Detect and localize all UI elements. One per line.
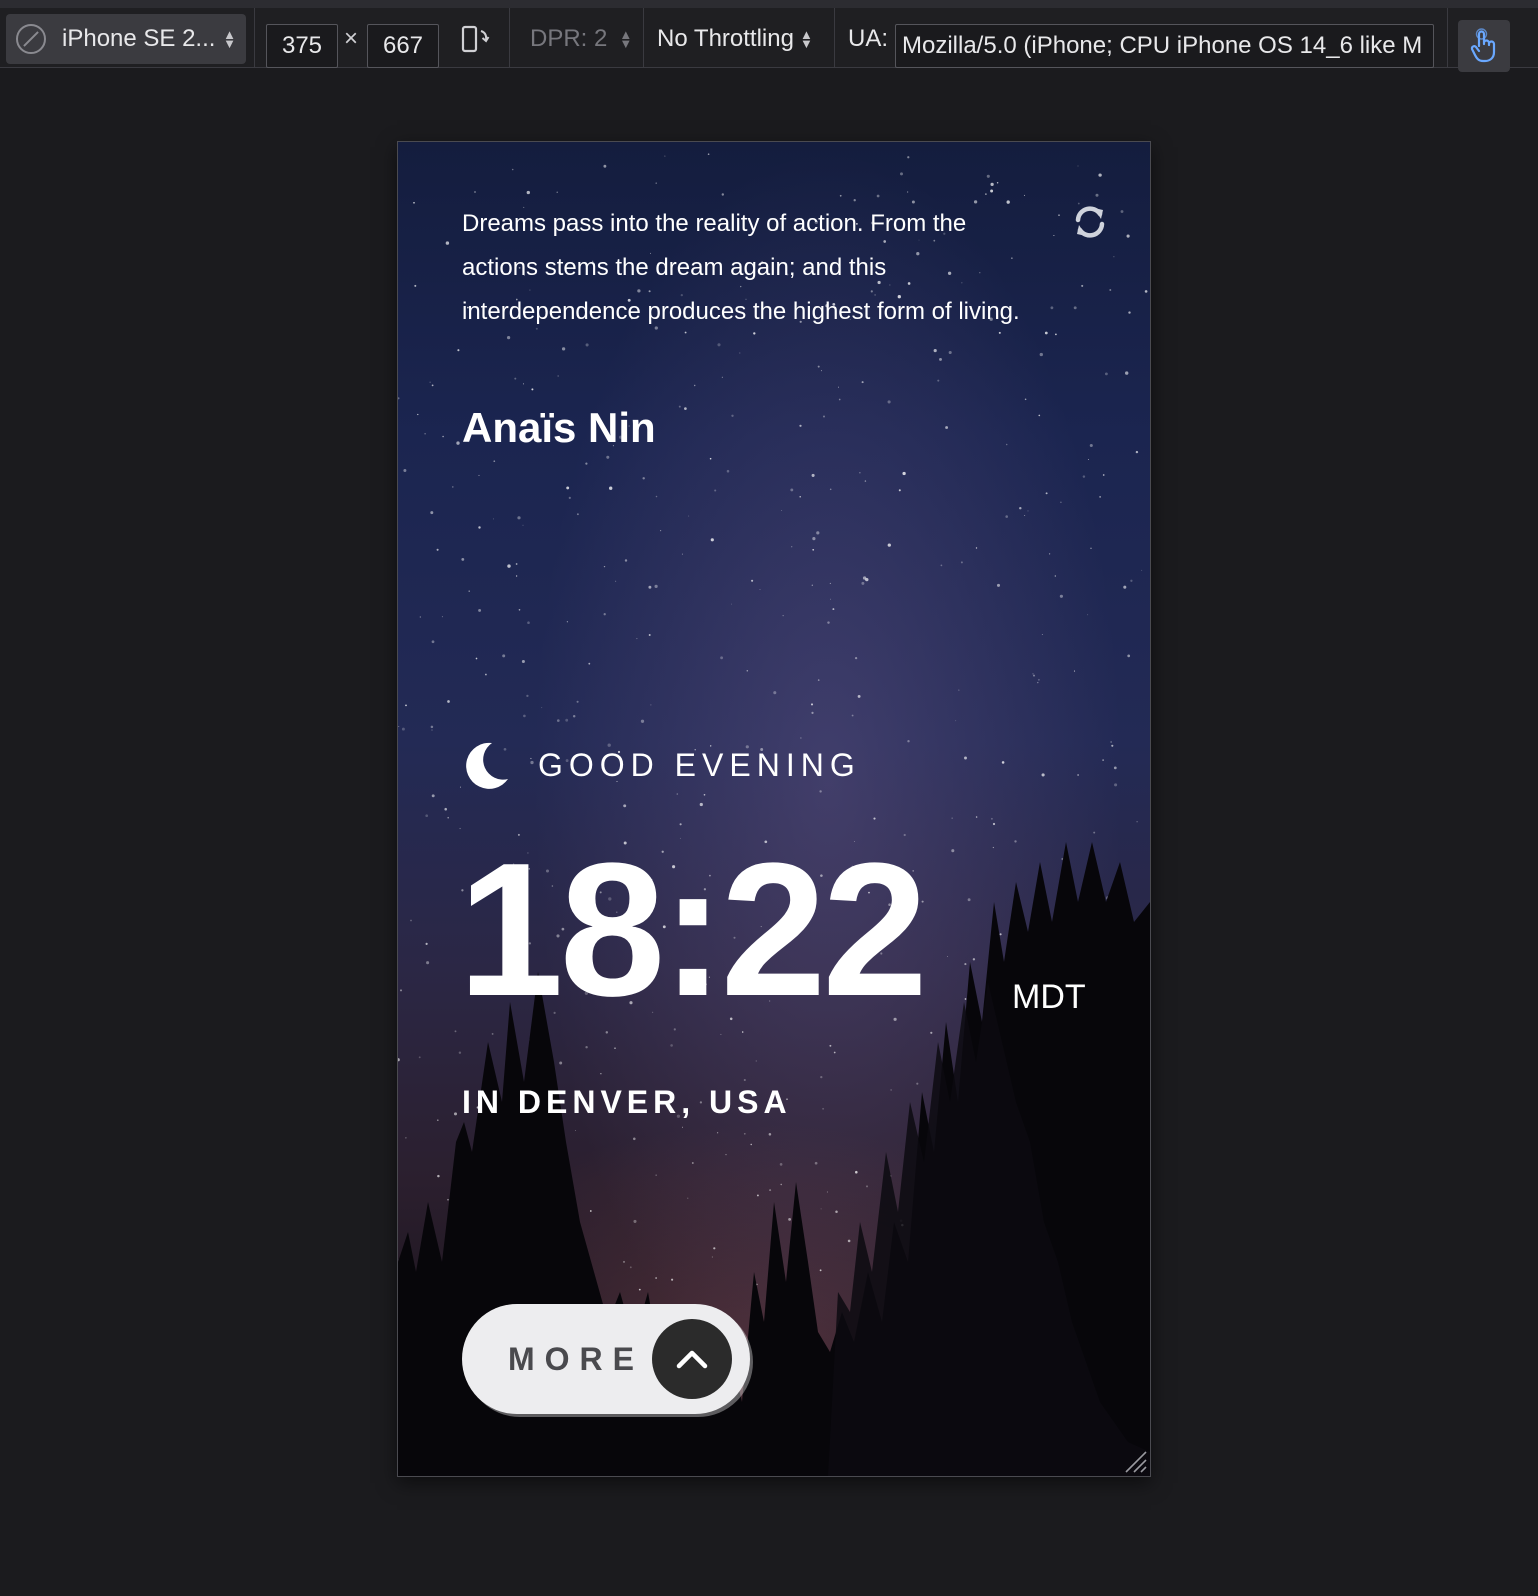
user-agent-input[interactable]: Mozilla/5.0 (iPhone; CPU iPhone OS 14_6 … bbox=[895, 24, 1434, 68]
touch-hand-icon bbox=[1470, 28, 1496, 63]
touch-simulation-button[interactable] bbox=[1458, 20, 1510, 72]
timezone-label: MDT bbox=[1012, 978, 1086, 1016]
select-arrows-icon: ▲ ▼ bbox=[223, 27, 236, 51]
divider bbox=[643, 8, 644, 68]
chevron-up-icon[interactable] bbox=[652, 1319, 732, 1399]
current-time: 18:22 bbox=[458, 824, 928, 1036]
dpr-select[interactable]: DPR: 2 ▲ ▼ bbox=[530, 14, 632, 64]
forest-silhouette bbox=[398, 842, 1150, 1476]
resize-handle-icon[interactable] bbox=[1122, 1448, 1148, 1474]
divider bbox=[509, 8, 510, 68]
divider bbox=[834, 8, 835, 68]
throttling-label: No Throttling bbox=[657, 25, 794, 52]
quote-text: Dreams pass into the reality of action. … bbox=[462, 210, 1020, 325]
responsive-toolbar: iPhone SE 2... ▲ ▼ 375 × 667 DPR: 2 ▲ ▼ No… bbox=[0, 0, 1538, 72]
select-arrows-icon: ▲ ▼ bbox=[799, 27, 813, 51]
divider bbox=[254, 8, 255, 68]
refresh-icon[interactable] bbox=[1070, 202, 1110, 242]
moon-icon bbox=[466, 742, 508, 789]
quote-author: Anaïs Nin bbox=[462, 404, 656, 451]
divider bbox=[1447, 8, 1448, 68]
dpr-label: DPR: 2 bbox=[530, 25, 608, 52]
more-button[interactable]: MORE bbox=[462, 1304, 750, 1414]
greeting-text: GOOD EVENING bbox=[538, 746, 861, 783]
throttling-select[interactable]: No Throttling ▲ ▼ bbox=[657, 14, 813, 64]
height-input[interactable]: 667 bbox=[367, 24, 439, 68]
device-select[interactable]: iPhone SE 2... ▲ ▼ bbox=[6, 14, 246, 64]
width-input[interactable]: 375 bbox=[266, 24, 338, 68]
location-label: IN DENVER, USA bbox=[462, 1084, 792, 1120]
more-label: MORE bbox=[508, 1340, 644, 1377]
device-viewport: Dreams pass into the reality of action. … bbox=[397, 141, 1151, 1477]
ua-label: UA: bbox=[848, 25, 889, 52]
dimension-separator: × bbox=[344, 25, 359, 52]
rotate-device-icon[interactable] bbox=[458, 14, 498, 64]
greeting: GOOD EVENING bbox=[462, 740, 861, 790]
compass-icon bbox=[16, 24, 46, 54]
select-arrows-icon: ▲ ▼ bbox=[619, 27, 633, 51]
device-name: iPhone SE 2... bbox=[62, 25, 216, 52]
